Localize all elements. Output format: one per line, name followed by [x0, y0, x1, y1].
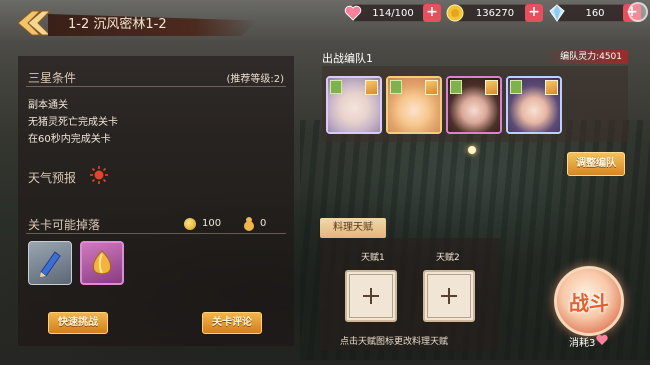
pencil-icon [40, 251, 61, 277]
item-drop-value: 0 [260, 218, 267, 229]
stage-review-button[interactable]: 关卡评论 [202, 312, 262, 334]
card-badge-icon [425, 80, 438, 95]
hero-card-4[interactable] [506, 76, 562, 134]
heart-icon [596, 334, 608, 345]
divider [26, 86, 286, 87]
card-badge-icon [545, 80, 558, 95]
talent-2-label: 天赋2 [436, 253, 460, 263]
quick-challenge-button[interactable]: 快速挑战 [48, 312, 108, 334]
battle-button[interactable]: 战斗 [554, 266, 624, 336]
level-badge-icon [330, 80, 342, 94]
condition-item: 无猪灵死亡完成关卡 [28, 117, 118, 128]
drop-item-bulb[interactable] [80, 241, 124, 285]
card-badge-icon [365, 80, 378, 95]
talent-1-slot[interactable] [345, 270, 397, 322]
coin-drop-value: 100 [202, 218, 222, 229]
cooking-hint: 点击天赋图标更改料理天赋 [340, 337, 449, 347]
stage-title: 1-2 沉风密林1-2 [68, 17, 167, 32]
adjust-team-button[interactable]: 调整编队 [567, 152, 625, 176]
sun-icon [90, 166, 108, 184]
add-icon [363, 288, 379, 304]
talent-1-label: 天赋1 [361, 253, 385, 263]
map-marker [468, 146, 476, 154]
team-label: 出战编队1 [322, 52, 373, 65]
drops-title: 关卡可能掉落 [28, 218, 101, 232]
add-coin-button[interactable]: + [525, 4, 543, 22]
level-badge-icon [510, 80, 522, 94]
stamina-counter: 114/100 + [344, 4, 441, 22]
talent-2-slot[interactable] [423, 270, 475, 322]
battle-cost: 消耗3 [569, 338, 596, 349]
three-star-title: 三星条件 [28, 71, 77, 85]
stage-info-panel: 三星条件 (推荐等级:2) 副本通关 无猪灵死亡完成关卡 在60秒内完成关卡 天… [18, 56, 294, 346]
menu-bubble-button[interactable] [628, 2, 648, 22]
coin-icon [445, 3, 465, 23]
golden-bulb-icon [92, 250, 112, 275]
weather-label: 天气预报 [28, 171, 77, 185]
hero-card-1[interactable] [326, 76, 382, 134]
pig-icon [244, 217, 254, 231]
coin-icon [184, 218, 196, 230]
crystal-counter: 160 + [549, 4, 641, 22]
level-badge-icon [390, 80, 402, 94]
condition-item: 在60秒内完成关卡 [28, 134, 111, 145]
drop-item-pencil[interactable] [28, 241, 72, 285]
condition-item: 副本通关 [28, 100, 68, 111]
hero-card-3[interactable] [446, 76, 502, 134]
card-badge-icon [485, 80, 498, 95]
recommended-level: (推荐等级:2) [226, 74, 284, 85]
team-power: 编队灵力:4501 [544, 50, 628, 64]
level-badge-icon [450, 80, 462, 94]
add-stamina-button[interactable]: + [423, 4, 441, 22]
divider [26, 233, 286, 234]
battle-label: 战斗 [569, 290, 609, 315]
heart-icon [343, 3, 363, 23]
hero-card-2[interactable] [386, 76, 442, 134]
coin-counter: 136270 + [446, 4, 543, 22]
add-icon [441, 288, 457, 304]
cooking-talent-tab[interactable]: 料理天赋 [320, 218, 386, 238]
crystal-icon [547, 3, 567, 23]
